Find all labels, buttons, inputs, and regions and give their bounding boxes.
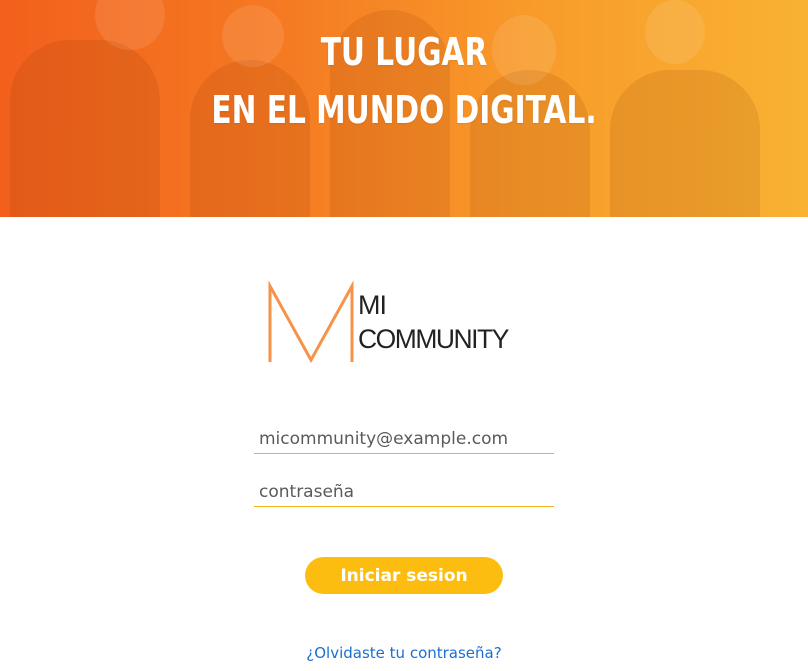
- logo-text-mi: MI: [358, 290, 387, 320]
- email-field[interactable]: [254, 424, 554, 454]
- hero-title-line1: TU LUGAR: [320, 30, 488, 74]
- hero-banner: TU LUGAR EN EL MUNDO DIGITAL.: [0, 0, 808, 217]
- forgot-password-link[interactable]: ¿Olvidaste tu contraseña?: [0, 644, 808, 662]
- hero-photo-person: [190, 60, 310, 217]
- password-field[interactable]: [254, 477, 554, 507]
- logo-text-community: COMMUNITY: [358, 324, 509, 354]
- logo-m-mark: [268, 280, 354, 364]
- mi-community-logo: MI COMMUNITY: [266, 280, 546, 366]
- login-button[interactable]: Iniciar sesion: [305, 557, 503, 594]
- hero-title-line2: EN EL MUNDO DIGITAL.: [211, 88, 597, 132]
